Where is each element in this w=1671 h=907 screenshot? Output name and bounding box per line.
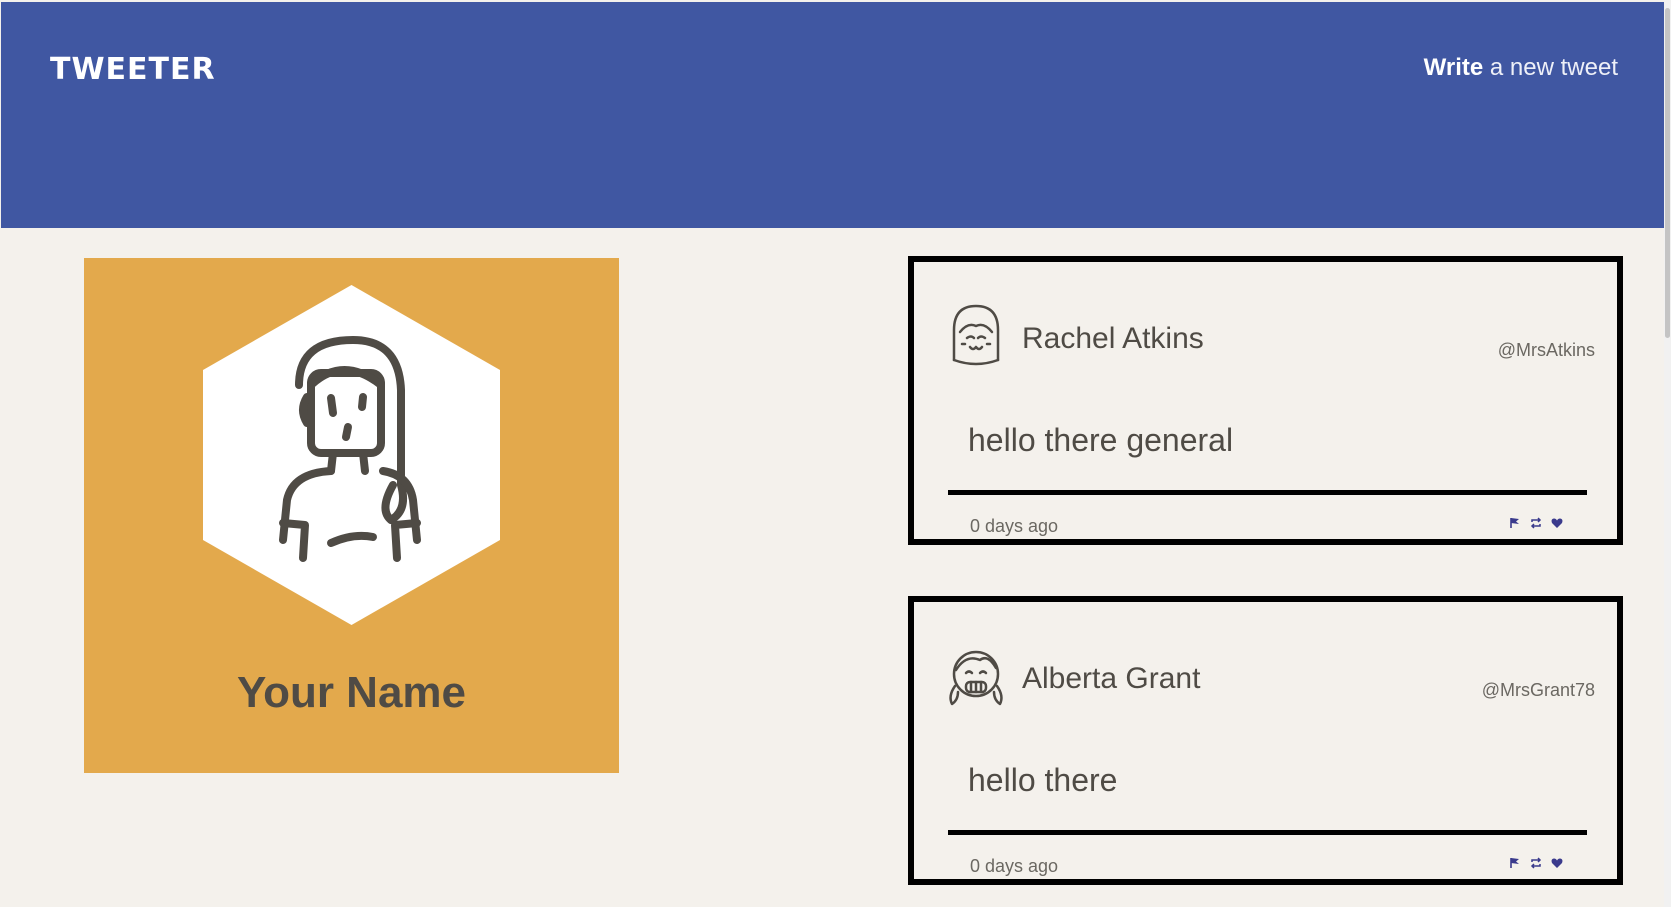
write-new-tweet-link[interactable]: Write a new tweet — [1424, 54, 1618, 82]
tweet-actions — [1509, 516, 1563, 529]
retweet-icon[interactable] — [1530, 856, 1542, 869]
heart-icon[interactable] — [1551, 516, 1563, 528]
brand-logo[interactable]: TWEETER — [50, 52, 216, 87]
tweet-divider — [948, 490, 1587, 495]
profile-name: Your Name — [236, 668, 467, 717]
tweet-card: Rachel Atkins @MrsAtkins hello there gen… — [908, 256, 1623, 545]
smiling-girl-avatar-icon — [946, 302, 1006, 368]
retweet-icon[interactable] — [1530, 516, 1542, 529]
tweet-actions — [1509, 856, 1563, 869]
compose-rest-label: a new tweet — [1483, 54, 1618, 81]
flag-icon[interactable] — [1509, 856, 1521, 868]
tweet-author-handle[interactable]: @MrsGrant78 — [1482, 680, 1595, 701]
tweet-author-name[interactable]: Alberta Grant — [1022, 662, 1200, 696]
flag-icon[interactable] — [1509, 516, 1521, 528]
compose-bold-label: Write — [1423, 54, 1484, 81]
tweet-card: Alberta Grant @MrsGrant78 hello there 0 … — [908, 596, 1623, 885]
tweet-timestamp: 0 days ago — [970, 516, 1059, 536]
tweet-content: hello there general — [968, 422, 1234, 458]
tweet-timestamp: 0 days ago — [970, 856, 1059, 876]
tweet-content: hello there — [968, 762, 1118, 798]
scrollbar-thumb[interactable] — [1665, 8, 1670, 338]
top-navbar: TWEETER Write a new tweet — [1, 2, 1664, 228]
woman-avatar-icon — [203, 285, 500, 625]
grinning-girl-avatar-icon — [946, 642, 1006, 708]
heart-icon[interactable] — [1551, 856, 1563, 868]
tweet-author-name[interactable]: Rachel Atkins — [1022, 322, 1204, 356]
scrollbar-track[interactable] — [1664, 0, 1671, 907]
profile-card: Your Name — [84, 258, 619, 773]
tweet-author-handle[interactable]: @MrsAtkins — [1498, 340, 1595, 361]
tweet-divider — [948, 830, 1587, 835]
